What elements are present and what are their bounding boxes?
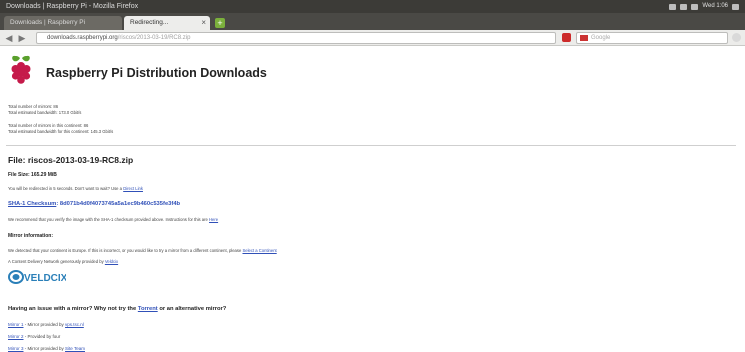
select-continent-link[interactable]: Select a Continent — [242, 248, 276, 253]
search-engine-icon[interactable] — [580, 35, 588, 41]
power-icon[interactable] — [732, 3, 739, 10]
continent-notice: We detected that your continent is Europ… — [8, 248, 277, 253]
mirror-text: - Provided by four — [24, 334, 61, 339]
divider — [6, 145, 736, 146]
page-title: Raspberry Pi Distribution Downloads — [46, 66, 267, 80]
issue-suffix: or an alternative mirror? — [159, 306, 227, 312]
tray-clock[interactable]: Wed 1:06 — [702, 0, 728, 13]
tab-label: Redirecting... — [130, 19, 169, 26]
mirror-link[interactable]: Mirror 1 — [8, 322, 24, 327]
redirect-notice: You will be redirected in 5 seconds. Don… — [8, 186, 143, 191]
verify-notice: We recommend that you verify the image w… — [8, 217, 218, 222]
url-path: /riscos/2013-03-19/RC8.zip — [117, 35, 191, 41]
direct-link[interactable]: Direct Link — [123, 186, 143, 191]
torrent-link[interactable]: Torrent — [138, 306, 158, 312]
mirror-provider-link[interactable]: vps.tsc.nl — [65, 322, 84, 327]
tab-downloads[interactable]: Downloads | Raspberry Pi — [4, 16, 122, 30]
mirror-provider-link[interactable]: Site Team — [65, 346, 85, 351]
stat-continent-mirrors: Total number of mirrors in this continen… — [8, 123, 89, 128]
checksum-line: SHA-1 Checksum: 8d071b4d0f4073745a5a1ec9… — [8, 201, 180, 207]
url-host: downloads.raspberrypi.org — [47, 35, 118, 41]
back-icon[interactable]: ◀ — [4, 33, 14, 43]
veldcix-logo[interactable]: VELDCIX — [8, 268, 66, 286]
mirror-info-heading: Mirror information: — [8, 233, 53, 239]
list-item: Mirror 3 - Mirror provided by Site Team — [8, 346, 85, 351]
mirror-link[interactable]: Mirror 3 — [8, 346, 24, 351]
page-content: Raspberry Pi Distribution Downloads Tota… — [0, 47, 745, 352]
raspberry-pi-logo — [11, 55, 31, 84]
checksum-link[interactable]: SHA-1 Checksum — [8, 201, 56, 207]
mirror-issue-heading: Having an issue with a mirror? Why not t… — [8, 306, 226, 312]
url-input[interactable]: downloads.raspberrypi.org/riscos/2013-03… — [36, 32, 556, 44]
cdn-notice: A Content Delivery Network generously pr… — [8, 259, 118, 264]
search-input[interactable]: Google — [576, 32, 728, 44]
mirror-link[interactable]: Mirror 2 — [8, 334, 24, 339]
tab-redirecting[interactable]: Redirecting... × — [124, 16, 210, 30]
verify-text: We recommend that you verify the image w… — [8, 217, 208, 222]
mail-icon[interactable] — [669, 3, 677, 10]
veldcix-link[interactable]: Veldcix — [105, 259, 118, 264]
close-icon[interactable]: × — [201, 16, 206, 30]
checksum-value: : 8d071b4d0f4073745a5a1ec9b460c535fe3f4b — [56, 201, 181, 207]
system-tray: Wed 1:06 — [669, 0, 739, 13]
veldcix-wordmark: VELDCIX — [24, 273, 66, 284]
list-item: Mirror 2 - Provided by four — [8, 334, 60, 339]
file-size: File Size: 165.29 MiB — [8, 172, 57, 178]
forward-icon[interactable]: ▶ — [17, 33, 27, 43]
navigation-bar: ◀ ▶ downloads.raspberrypi.org/riscos/201… — [0, 30, 745, 46]
redirect-text: You will be redirected in 5 seconds. Don… — [8, 186, 123, 191]
volume-icon[interactable] — [691, 3, 699, 10]
list-item: Mirror 1 - Mirror provided by vps.tsc.nl — [8, 322, 84, 327]
detected-text: We detected that your continent is Europ… — [8, 248, 242, 253]
mirror-text: - Mirror provided by — [24, 346, 64, 351]
stat-continent-bandwidth: Total estimated bandwidth for this conti… — [8, 129, 114, 134]
stat-mirrors: Total number of mirrors: 86 — [8, 104, 59, 109]
search-placeholder: Google — [591, 35, 611, 41]
verify-instructions-link[interactable]: Here — [209, 217, 218, 222]
home-icon[interactable] — [732, 33, 741, 42]
new-tab-icon[interactable]: + — [215, 18, 225, 28]
window-title: Downloads | Raspberry Pi - Mozilla Firef… — [6, 3, 139, 10]
os-title-bar: Downloads | Raspberry Pi - Mozilla Firef… — [0, 0, 745, 13]
tab-strip: Downloads | Raspberry Pi Redirecting... … — [0, 13, 745, 30]
mirror-text: - Mirror provided by — [24, 322, 64, 327]
stat-bandwidth: Total estimated bandwidth: 173.0 Gbit/s — [8, 110, 82, 115]
tab-label: Downloads | Raspberry Pi — [10, 19, 86, 26]
network-icon[interactable] — [680, 3, 688, 10]
addon-icon[interactable] — [562, 33, 571, 42]
file-title: File: riscos-2013-03-19-RC8.zip — [8, 155, 134, 165]
cdn-text: A Content Delivery Network generously pr… — [8, 259, 104, 264]
issue-prefix: Having an issue with a mirror? Why not t… — [8, 306, 137, 312]
